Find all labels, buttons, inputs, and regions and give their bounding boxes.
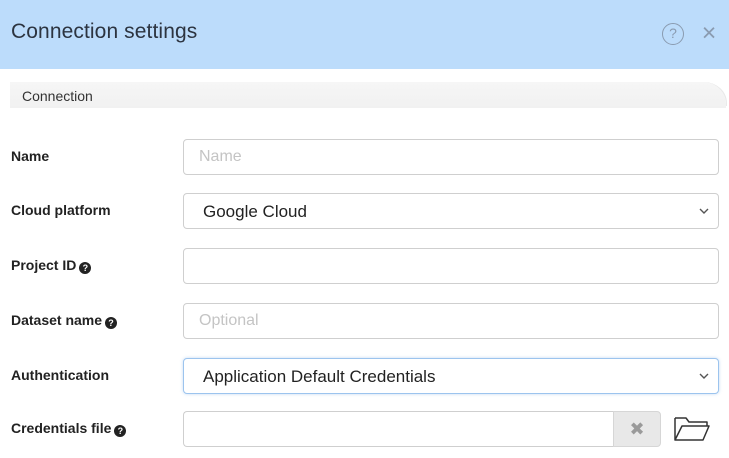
tab-connection[interactable]: Connection — [10, 82, 726, 108]
cloud-platform-label: Cloud platform — [11, 202, 111, 218]
chevron-down-icon — [699, 373, 709, 379]
folder-icon[interactable] — [673, 416, 711, 442]
question-circle-icon[interactable]: ? — [79, 262, 92, 274]
dialog-title: Connection settings — [11, 20, 198, 43]
credentials-file-label: Credentials file? — [11, 420, 127, 437]
clear-file-button[interactable]: ✖ — [613, 411, 661, 447]
close-icon[interactable]: × — [697, 18, 721, 48]
project-id-row: Project ID? — [0, 248, 729, 284]
cloud-platform-value: Google Cloud — [203, 202, 307, 221]
dataset-name-label: Dataset name? — [11, 312, 118, 329]
question-circle-icon[interactable]: ? — [114, 425, 127, 437]
connection-settings-dialog: Connection settings ? × Connection Name … — [0, 0, 729, 458]
authentication-label: Authentication — [11, 367, 109, 383]
authentication-value: Application Default Credentials — [203, 367, 436, 386]
dialog-header: Connection settings ? × — [0, 0, 729, 69]
cloud-platform-select[interactable]: Google Cloud — [183, 193, 719, 229]
name-label: Name — [11, 148, 50, 164]
authentication-select[interactable]: Application Default Credentials — [183, 358, 719, 394]
authentication-row: Authentication Application Default Crede… — [0, 358, 729, 394]
credentials-file-row: Credentials file? ✖ — [0, 411, 729, 447]
name-row: Name — [0, 139, 729, 175]
name-input[interactable] — [183, 139, 719, 175]
dataset-name-row: Dataset name? — [0, 303, 729, 339]
cloud-platform-row: Cloud platform Google Cloud — [0, 193, 729, 229]
credentials-file-input[interactable] — [183, 411, 613, 447]
question-circle-icon[interactable]: ? — [105, 317, 118, 329]
dataset-name-input[interactable] — [183, 303, 719, 339]
help-icon[interactable]: ? — [662, 23, 684, 45]
dataset-name-label-text: Dataset name — [11, 312, 103, 328]
chevron-down-icon — [699, 208, 709, 214]
project-id-label-text: Project ID — [11, 257, 77, 273]
project-id-input[interactable] — [183, 248, 719, 284]
tab-connection-label: Connection — [22, 88, 93, 104]
credentials-file-label-text: Credentials file — [11, 420, 112, 436]
project-id-label: Project ID? — [11, 257, 92, 274]
